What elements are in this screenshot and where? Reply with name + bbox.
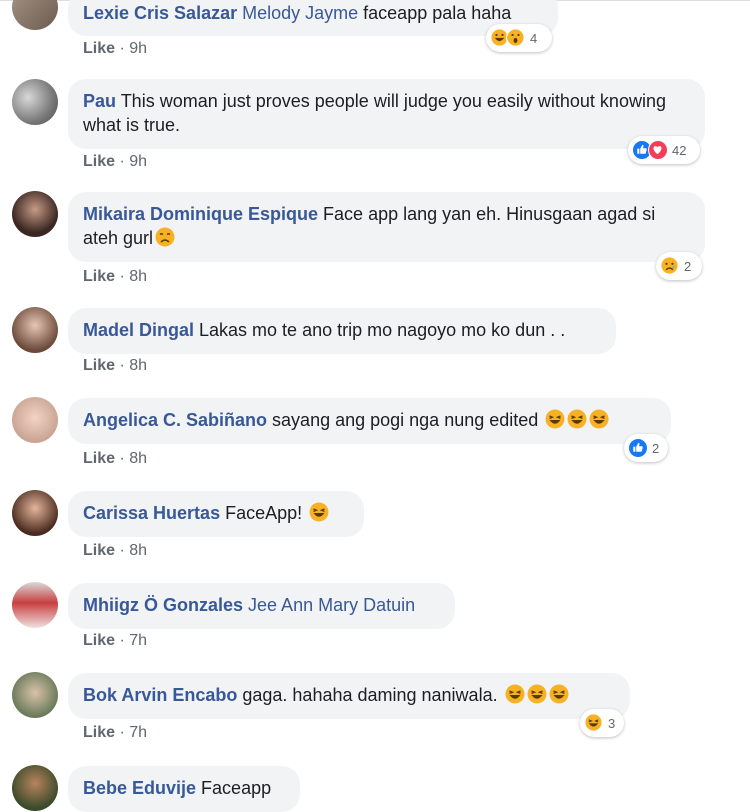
timestamp[interactable]: 7h [129, 632, 147, 649]
tagged-user[interactable]: Melody Jayme [242, 3, 358, 23]
avatar[interactable] [12, 582, 58, 628]
avatar[interactable] [12, 490, 58, 536]
comment-author[interactable]: Madel Dingal [83, 320, 194, 340]
wow-reaction-icon [506, 28, 526, 48]
timestamp[interactable]: 8h [129, 357, 147, 374]
reaction-count: 42 [672, 142, 687, 158]
comment-bubble: Carissa Huertas FaceApp! [68, 491, 364, 537]
reaction-count: 3 [608, 715, 616, 731]
avatar[interactable] [12, 79, 58, 125]
comment-meta: Like · 9h [83, 153, 148, 170]
sad-emoji-icon [155, 227, 175, 253]
sad-reaction-icon [660, 256, 680, 276]
like-link[interactable]: Like [83, 450, 115, 467]
reaction-summary[interactable]: 2 [624, 434, 668, 462]
haha-reaction-icon [584, 713, 604, 733]
comment-author[interactable]: Mhiigz Ö Gonzales [83, 595, 243, 615]
comment-text: This woman just proves people will judge… [83, 91, 666, 135]
avatar[interactable] [12, 0, 58, 30]
timestamp[interactable]: 8h [129, 450, 147, 467]
comment-meta: Like · 8h [83, 357, 148, 374]
comment-author[interactable]: Mikaira Dominique Espique [83, 204, 318, 224]
comment-meta: Like · 8h [83, 268, 148, 285]
avatar[interactable] [12, 307, 58, 353]
comment-author[interactable]: Carissa Huertas [83, 503, 220, 523]
avatar[interactable] [12, 765, 58, 811]
comment-bubble: Mhiigz Ö Gonzales Jee Ann Mary Datuin [68, 583, 455, 629]
comment-author[interactable]: Pau [83, 91, 116, 111]
laughing-emoji-icon [527, 684, 547, 710]
laughing-emoji-icon [545, 409, 565, 435]
laughing-emoji-icon [567, 409, 587, 435]
comment-author[interactable]: Bebe Eduvije [83, 778, 196, 798]
comment-bubble: Bok Arvin Encabo gaga. hahaha daming nan… [68, 673, 630, 719]
reaction-summary[interactable]: 3 [580, 709, 624, 737]
reaction-summary[interactable]: 4 [486, 24, 552, 52]
comment-text: Lakas mo te ano trip mo nagoyo mo ko dun… [194, 320, 566, 340]
like-reaction-icon [628, 438, 648, 458]
love-reaction-icon [648, 140, 668, 160]
timestamp[interactable]: 7h [129, 724, 147, 741]
comment-meta: Like · 7h [83, 632, 148, 649]
like-link[interactable]: Like [83, 357, 115, 374]
timestamp[interactable]: 9h [129, 153, 147, 170]
avatar[interactable] [12, 672, 58, 718]
comment-bubble: Angelica C. Sabiñano sayang ang pogi nga… [68, 398, 671, 444]
comment-bubble: Bebe Eduvije Faceapp [68, 766, 300, 812]
comment-bubble: Lexie Cris Salazar Melody Jayme faceapp … [68, 0, 558, 36]
like-link[interactable]: Like [83, 632, 115, 649]
comment-meta: Like · 9h [83, 40, 148, 57]
laughing-emoji-icon [549, 684, 569, 710]
like-link[interactable]: Like [83, 40, 115, 57]
avatar[interactable] [12, 397, 58, 443]
reaction-summary[interactable]: 2 [656, 252, 702, 280]
reaction-count: 4 [530, 30, 538, 46]
comment-meta: Like · 7h [83, 724, 148, 741]
comment-bubble: Madel Dingal Lakas mo te ano trip mo nag… [68, 308, 616, 354]
comment-bubble: Mikaira Dominique Espique Face app lang … [68, 192, 705, 262]
comment-text: sayang ang pogi nga nung edited [267, 410, 539, 430]
comment-meta: Like · 8h [83, 542, 148, 559]
like-link[interactable]: Like [83, 268, 115, 285]
like-link[interactable]: Like [83, 724, 115, 741]
comment-text: Faceapp [196, 778, 272, 798]
laughing-emoji-icon [589, 409, 609, 435]
avatar[interactable] [12, 191, 58, 237]
timestamp[interactable]: 8h [129, 542, 147, 559]
laughing-emoji-icon [505, 684, 525, 710]
reaction-summary[interactable]: 42 [628, 136, 700, 164]
comment-meta: Like · 8h [83, 450, 148, 467]
timestamp[interactable]: 9h [129, 40, 147, 57]
comment-author[interactable]: Lexie Cris Salazar [83, 3, 237, 23]
comment-author[interactable]: Angelica C. Sabiñano [83, 410, 267, 430]
comment-author[interactable]: Bok Arvin Encabo [83, 685, 237, 705]
like-link[interactable]: Like [83, 153, 115, 170]
comment-text: faceapp pala haha [358, 3, 512, 23]
timestamp[interactable]: 8h [129, 268, 147, 285]
tagged-user[interactable]: Jee Ann Mary Datuin [248, 595, 415, 615]
reaction-count: 2 [652, 440, 660, 456]
comment-text: gaga. hahaha daming naniwala. [237, 685, 498, 705]
comment-bubble: Pau This woman just proves people will j… [68, 79, 705, 149]
reaction-count: 2 [684, 258, 692, 274]
like-link[interactable]: Like [83, 542, 115, 559]
laughing-emoji-icon [309, 502, 329, 528]
comment-text: FaceApp! [220, 503, 303, 523]
